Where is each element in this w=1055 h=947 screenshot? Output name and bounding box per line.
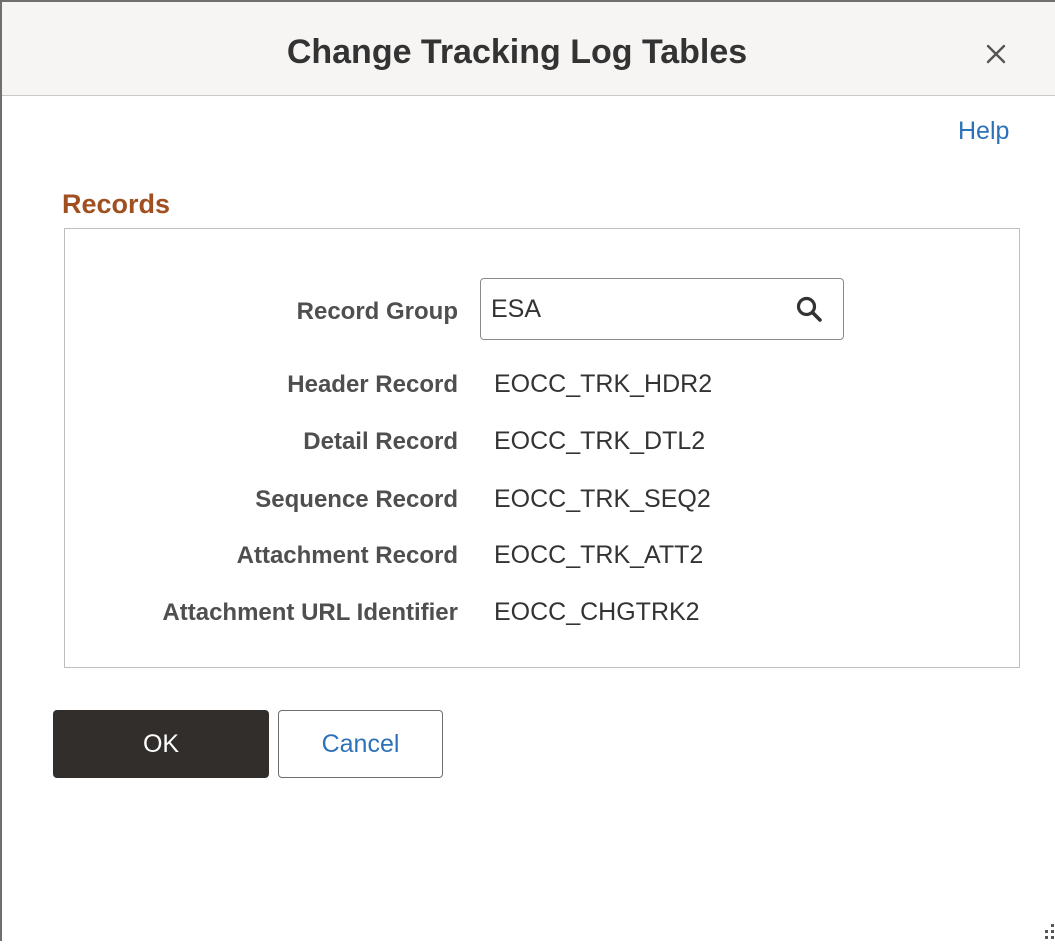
attachment-record-label: Attachment Record [236, 542, 458, 569]
resize-grip-icon[interactable] [1038, 922, 1055, 942]
record-group-input[interactable] [491, 291, 781, 327]
detail-record-label: Detail Record [303, 428, 458, 455]
dialog-title-bar: Change Tracking Log Tables [2, 2, 1055, 96]
record-group-field[interactable] [480, 278, 844, 340]
attachment-url-identifier-label: Attachment URL Identifier [162, 599, 458, 626]
attachment-url-identifier-value: EOCC_CHGTRK2 [494, 598, 700, 626]
change-tracking-dialog: Change Tracking Log Tables Help Records … [0, 0, 1055, 941]
search-icon[interactable] [795, 295, 823, 323]
close-button[interactable] [978, 36, 1014, 72]
close-icon [986, 44, 1006, 64]
detail-record-value: EOCC_TRK_DTL2 [494, 427, 706, 455]
attachment-record-value: EOCC_TRK_ATT2 [494, 541, 704, 569]
help-link[interactable]: Help [958, 117, 1009, 146]
header-record-label: Header Record [287, 371, 458, 398]
record-group-label: Record Group [296, 298, 458, 325]
sequence-record-label: Sequence Record [255, 486, 458, 513]
cancel-button[interactable]: Cancel [278, 710, 443, 778]
header-record-value: EOCC_TRK_HDR2 [494, 370, 713, 398]
dialog-title: Change Tracking Log Tables [286, 33, 748, 71]
ok-button[interactable]: OK [53, 710, 269, 778]
records-section-title: Records [62, 189, 171, 219]
sequence-record-value: EOCC_TRK_SEQ2 [494, 485, 711, 513]
